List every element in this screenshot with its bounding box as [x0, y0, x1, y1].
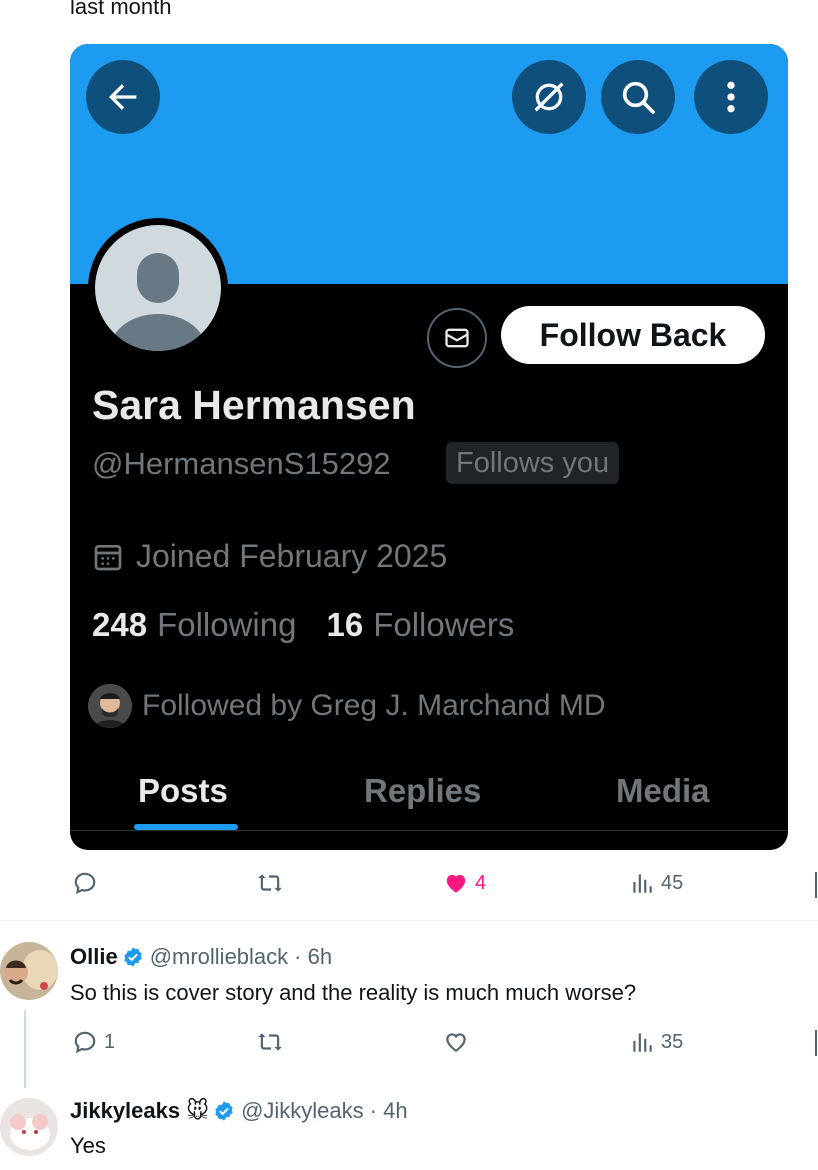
- envelope-icon: [445, 328, 469, 348]
- default-avatar-icon: [95, 225, 221, 351]
- grok-button[interactable]: [512, 60, 586, 134]
- reply-time[interactable]: · 6h: [294, 944, 332, 970]
- reply-text: Yes: [70, 1133, 106, 1158]
- follower-avatar: [88, 684, 132, 728]
- back-arrow-icon: [109, 84, 137, 110]
- verified-badge-icon: [215, 1101, 233, 1121]
- reply-bubble-icon: [74, 1031, 96, 1054]
- views-bar-chart-icon: [633, 874, 652, 893]
- follow-back-button[interactable]: Follow Back: [501, 306, 765, 364]
- like-action[interactable]: [443, 1029, 469, 1055]
- reply-action[interactable]: [72, 870, 98, 896]
- tweet-separator: [0, 920, 818, 921]
- heart-outline-icon: [446, 1033, 466, 1052]
- reply-avatar-jikkyleaks[interactable]: [0, 1098, 58, 1156]
- repost-action[interactable]: [257, 1029, 283, 1055]
- tabs-divider: [70, 830, 788, 831]
- reply-time[interactable]: · 4h: [370, 1098, 408, 1124]
- following-label: Following: [157, 606, 297, 643]
- followed-by-row[interactable]: Followed by Greg J. Marchand MD: [88, 684, 606, 728]
- views-action[interactable]: 35: [629, 1029, 683, 1055]
- search-button[interactable]: [601, 60, 675, 134]
- tab-replies[interactable]: Replies: [364, 772, 481, 810]
- profile-screenshot-card[interactable]: Follow Back Sara Hermansen @HermansenS15…: [70, 44, 788, 850]
- joined-date: Joined February 2025: [92, 538, 447, 575]
- following-count: 248: [92, 606, 148, 643]
- back-button[interactable]: [86, 60, 160, 134]
- reply-author-name[interactable]: Jikkyleaks: [70, 1098, 180, 1124]
- followers-label: Followers: [373, 606, 515, 643]
- views-bar-chart-icon: [633, 1033, 652, 1052]
- profile-handle: @HermansenS15292: [92, 446, 391, 481]
- followers-stat[interactable]: 16 Followers: [326, 606, 514, 644]
- grok-icon: [534, 82, 564, 112]
- reply-author-handle[interactable]: @Jikkyleaks: [241, 1098, 364, 1124]
- repost-icon: [258, 1033, 282, 1051]
- reply-author-name[interactable]: Ollie: [70, 944, 118, 970]
- tab-media[interactable]: Media: [616, 772, 710, 810]
- joined-text: Joined February 2025: [136, 538, 448, 574]
- profile-tabs: Posts Replies Media: [70, 762, 788, 832]
- vertical-dots-icon: [727, 81, 735, 113]
- followers-count: 16: [326, 606, 364, 643]
- mouse-emoji: 🐭: [186, 1098, 210, 1123]
- calendar-icon: [94, 544, 122, 570]
- post-timestamp: last month: [70, 0, 172, 19]
- like-count: 4: [475, 871, 487, 894]
- verified-badge-icon: [123, 947, 142, 967]
- reply-count: 1: [104, 1030, 116, 1053]
- reply-header-ollie: Ollie @mrollieblack · 6h: [70, 944, 332, 970]
- repost-action[interactable]: [257, 870, 283, 896]
- reply-header-jikkyleaks: Jikkyleaks 🐭 @Jikkyleaks · 4h: [70, 1098, 408, 1124]
- follows-you-badge: Follows you: [446, 442, 620, 484]
- followed-by-text: Followed by Greg J. Marchand MD: [142, 689, 606, 722]
- message-button[interactable]: [427, 308, 487, 368]
- share-action-edge[interactable]: [815, 1030, 817, 1056]
- like-action[interactable]: 4: [443, 870, 486, 896]
- tab-posts[interactable]: Posts: [138, 772, 228, 810]
- profile-avatar[interactable]: [88, 218, 228, 358]
- reply-action[interactable]: 1: [72, 1029, 115, 1055]
- heart-filled-icon: [446, 874, 466, 893]
- repost-icon: [258, 874, 282, 892]
- profile-name: Sara Hermansen: [92, 382, 416, 428]
- thread-line: [24, 1010, 26, 1088]
- reply-text: So this is cover story and the reality i…: [70, 980, 637, 1005]
- views-count: 45: [661, 871, 684, 894]
- reply-author-handle[interactable]: @mrollieblack: [150, 944, 288, 970]
- reply-avatar-ollie[interactable]: [0, 942, 58, 1000]
- reply-bubble-icon: [74, 872, 96, 895]
- search-icon: [622, 81, 655, 114]
- share-action-edge[interactable]: [815, 872, 817, 898]
- views-count: 35: [661, 1030, 684, 1053]
- views-action[interactable]: 45: [629, 870, 683, 896]
- more-options-button[interactable]: [694, 60, 768, 134]
- following-stat[interactable]: 248 Following: [92, 606, 296, 644]
- follow-stats: 248 Following 16 Followers: [92, 606, 514, 644]
